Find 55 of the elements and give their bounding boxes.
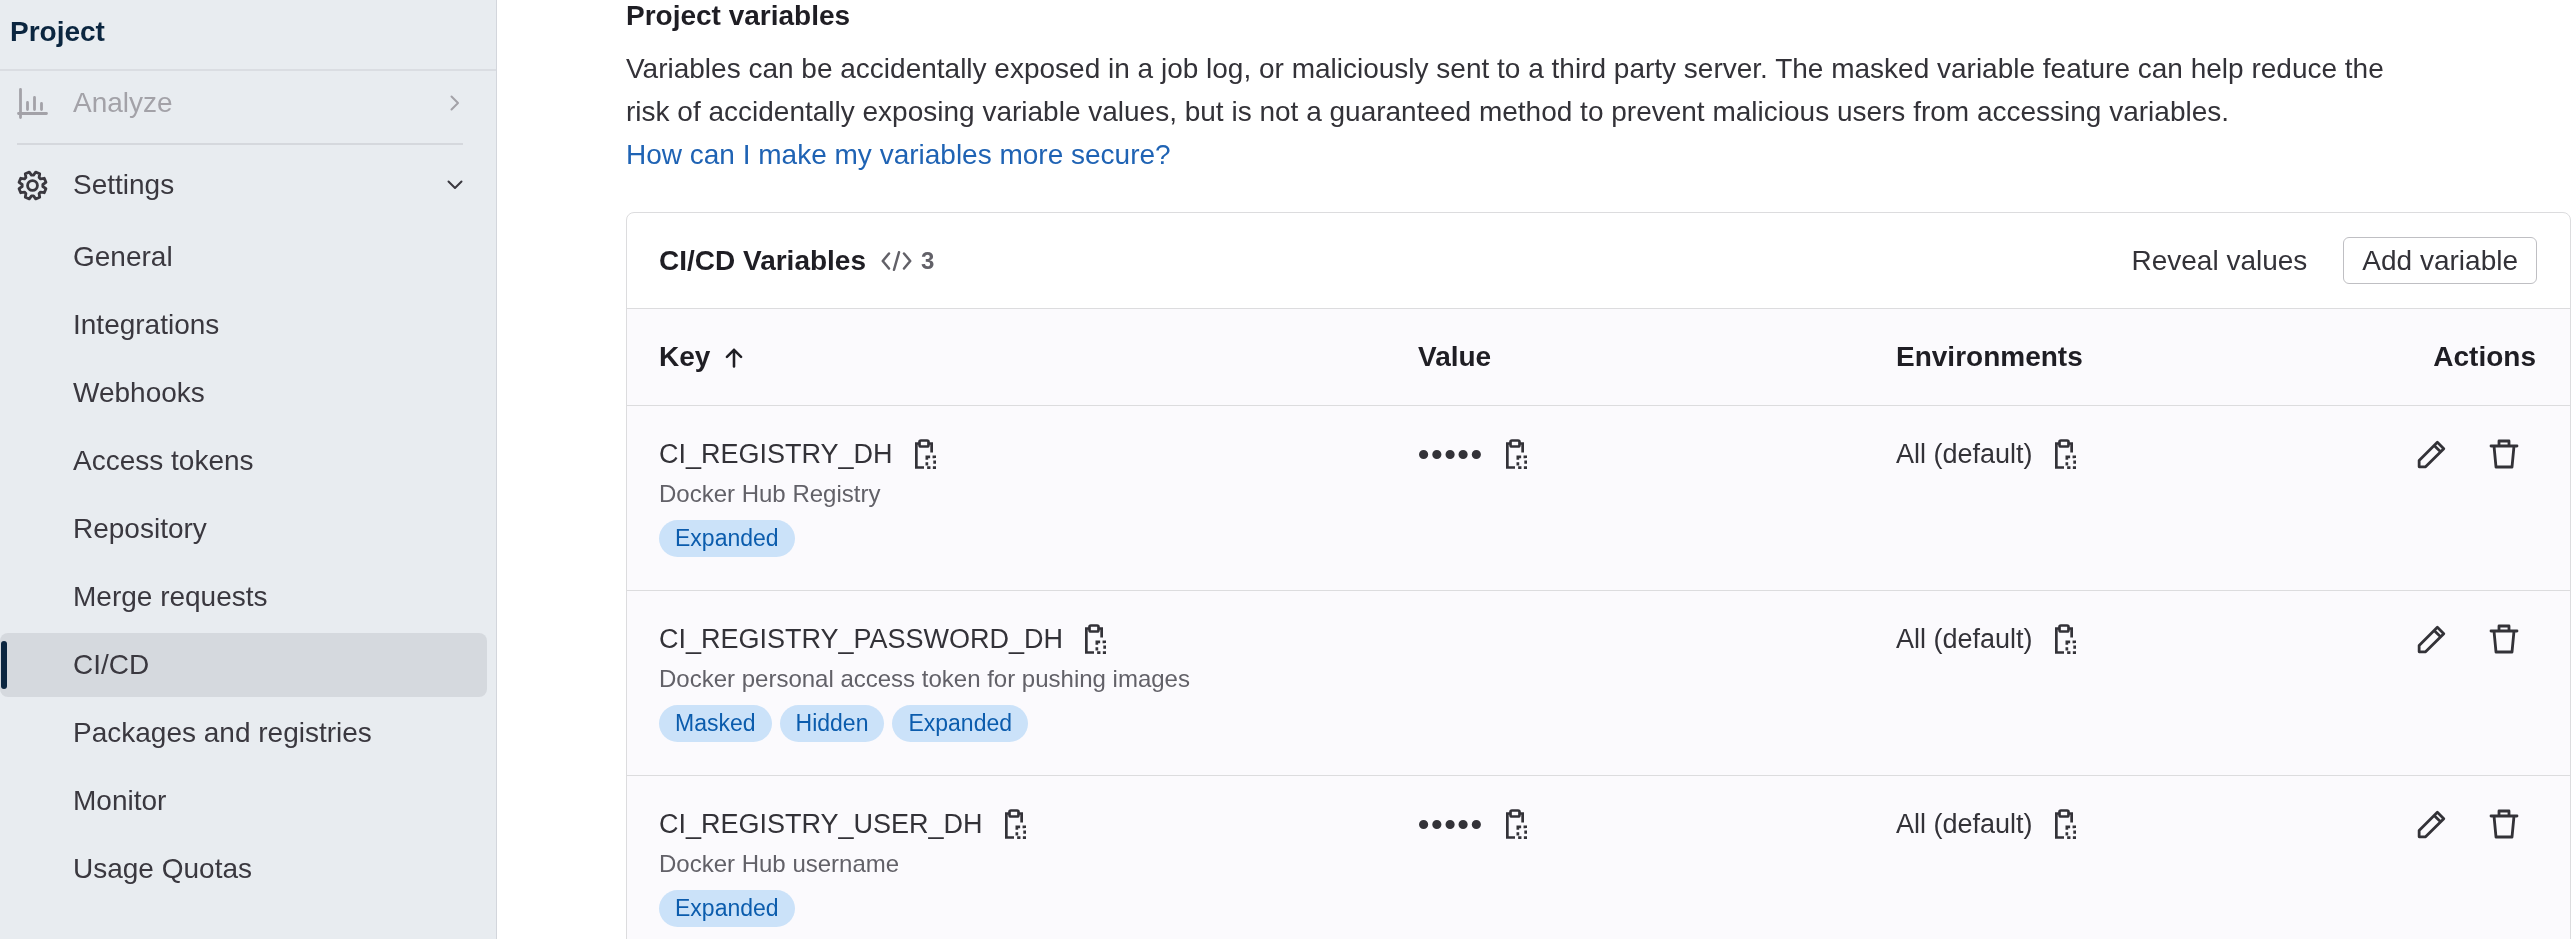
section-title: Project variables: [626, 0, 852, 32]
code-icon: [881, 250, 912, 271]
column-header: Environments: [1896, 341, 2083, 373]
pencil-icon: [2417, 809, 2447, 839]
variable-key: CI_REGISTRY_DH: [659, 438, 893, 470]
sidebar-item[interactable]: Merge requests: [0, 565, 487, 629]
variable-tag: Masked: [659, 705, 772, 742]
copy-button[interactable]: [1082, 624, 1107, 654]
copy-button[interactable]: [1503, 809, 1527, 839]
environment-scope: All (default): [1896, 438, 2033, 470]
reveal-values-button[interactable]: Reveal values: [2115, 236, 2324, 285]
sidebar-title: Project: [10, 14, 105, 49]
sidebar-item[interactable]: Integrations: [0, 293, 487, 357]
card-title: CI/CD Variables: [659, 244, 866, 277]
add-variable-button[interactable]: Add variable: [2343, 237, 2537, 284]
variable-tag: Hidden: [779, 705, 885, 742]
variable-tag: Expanded: [892, 705, 1029, 742]
pencil-icon: [2417, 439, 2447, 469]
column-header: Value: [1418, 341, 1492, 373]
variable-description: Docker personal access token for pushing images: [659, 664, 1191, 694]
copy-button[interactable]: [1503, 439, 1527, 469]
variable-description: Docker Hub username: [659, 849, 901, 879]
variable-count: 3: [921, 246, 935, 275]
variable-description: Docker Hub Registry: [659, 479, 882, 509]
sidebar-item[interactable]: Webhooks: [0, 361, 487, 425]
sidebar-item[interactable]: Packages and registries: [0, 701, 487, 765]
copy-icon: [1082, 624, 1107, 654]
sidebar-item[interactable]: General: [0, 225, 487, 289]
environment-scope: All (default): [1896, 808, 2033, 840]
copy-icon: [1503, 809, 1527, 839]
variable-tag: Expanded: [659, 520, 795, 557]
masked-value: •••••: [1418, 436, 1484, 472]
trash-icon: [2489, 624, 2519, 654]
sidebar-section[interactable]: Settings: [0, 153, 487, 217]
masked-value: •••••: [1418, 806, 1484, 842]
environment-scope: All (default): [1896, 623, 2033, 655]
variable-tag: Expanded: [659, 890, 795, 927]
trash-icon: [2489, 439, 2519, 469]
sidebar-item[interactable]: Usage Quotas: [0, 837, 487, 901]
sidebar-item[interactable]: Repository: [0, 497, 487, 561]
pencil-icon: [2417, 624, 2447, 654]
sidebar-item[interactable]: CI/CD: [0, 633, 487, 697]
sidebar-item[interactable]: Monitor: [0, 769, 487, 833]
sidebar-item[interactable]: Access tokens: [0, 429, 487, 493]
column-header: Actions: [2433, 341, 2536, 373]
active-indicator: [1, 641, 7, 689]
bar-chart-icon: [17, 87, 48, 119]
section-description: Variables can be accidentally exposed in a job log, or maliciously sent to a third party server. The masked variable feature can help reduce the risk of accidentally exposing variable values, but is not a guaranteed method to prevent malicious users from accessing variables. How can I make my variables more secure?: [626, 52, 2385, 172]
help-link[interactable]: How can I make my variables more secure?: [626, 139, 1171, 170]
settings-icon: [17, 169, 48, 201]
trash-icon: [2489, 809, 2519, 839]
column-header[interactable]: Key: [659, 341, 711, 373]
variable-key: CI_REGISTRY_USER_DH: [659, 808, 983, 840]
variable-key: CI_REGISTRY_PASSWORD_DH: [659, 623, 1064, 655]
copy-icon: [1503, 439, 1527, 469]
